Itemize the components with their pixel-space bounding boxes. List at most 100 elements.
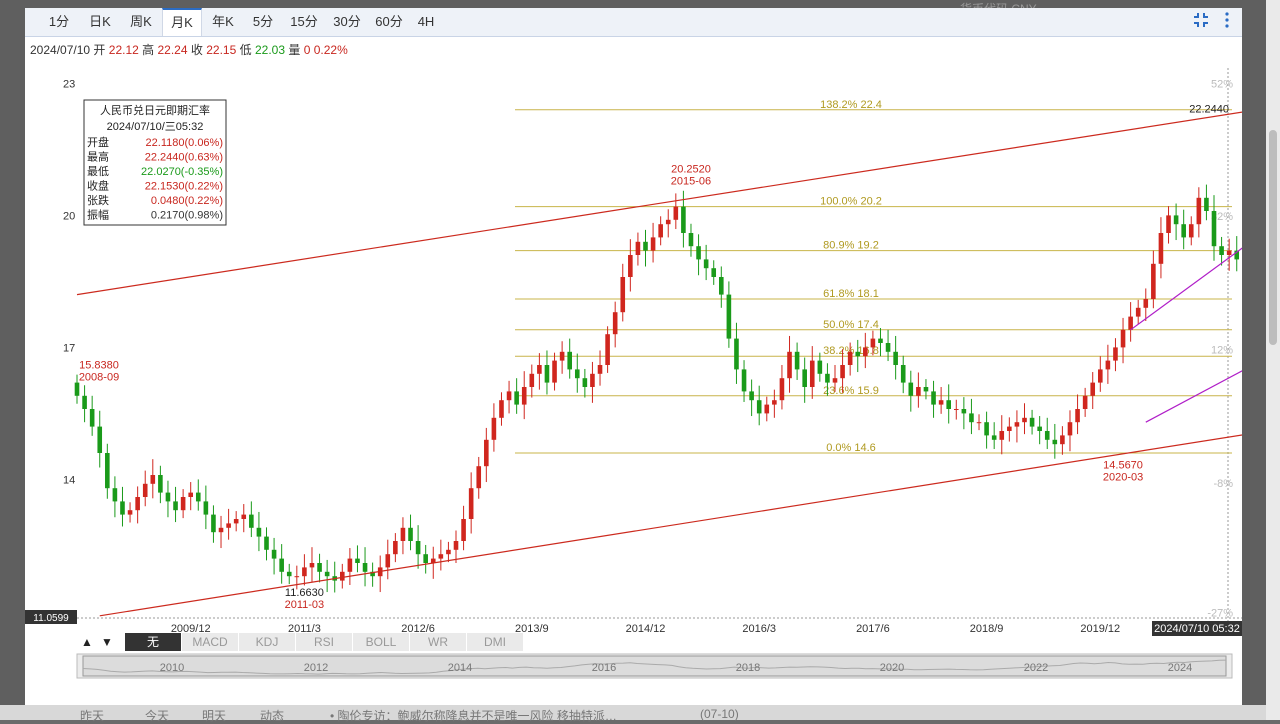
candle-body — [385, 554, 391, 568]
arrow-down-icon[interactable]: ▼ — [101, 633, 113, 651]
navigator-year-label: 2016 — [592, 662, 616, 674]
candle-body — [340, 571, 345, 581]
candle-body — [1204, 197, 1209, 211]
candle-body — [590, 373, 595, 387]
candle-body — [635, 241, 641, 255]
bg-tab-tomorrow[interactable]: 明天 — [202, 707, 226, 724]
candle-body — [241, 514, 247, 519]
price-annotation-value: 20.2520 — [671, 163, 711, 175]
fib-level-label: 23.6% 15.9 — [823, 385, 879, 397]
candlestick-chart[interactable]: 2320171452%32%12%-8%-27%2009/12 2011/3 201… — [25, 8, 1242, 705]
candle-body — [976, 422, 982, 424]
bg-tab-news[interactable]: 动态 — [260, 707, 284, 724]
price-annotation-date: 2008-09 — [79, 372, 119, 384]
candle-body — [620, 277, 626, 313]
candle-body — [878, 338, 883, 343]
channel-trendline — [76, 111, 1242, 296]
candle-body — [696, 246, 701, 260]
chart-panel: 1分 日K 周K 月K 年K 5分 15分 30分 60分 4H 2024/07… — [25, 8, 1242, 705]
arrow-up-icon[interactable]: ▲ — [81, 633, 93, 651]
candle-body — [863, 347, 868, 357]
candle-body — [302, 567, 307, 577]
candle-body — [999, 431, 1005, 440]
candle-body — [923, 387, 929, 392]
candle-body — [393, 541, 398, 555]
bg-tab-yesterday[interactable]: 昨天 — [80, 707, 104, 724]
candle-body — [211, 514, 216, 533]
candle-body — [218, 527, 224, 533]
candle-body — [665, 219, 671, 225]
indicator-tab-rsi[interactable]: RSI — [296, 633, 353, 651]
candle-body — [832, 378, 838, 383]
candle-body — [825, 373, 830, 383]
x-tick-label: 2016/3 — [742, 623, 776, 635]
candle-body — [893, 351, 898, 365]
indicator-tab-dmi[interactable]: DMI — [467, 633, 524, 651]
candle-body — [559, 351, 565, 361]
price-annotation-value: 15.8380 — [79, 360, 119, 372]
candle-body — [491, 417, 497, 440]
tooltip-row-label: 振幅 — [87, 208, 109, 222]
candle-body — [969, 413, 974, 423]
indicator-tab-wr[interactable]: WR — [410, 633, 467, 651]
indicator-tab-macd[interactable]: MACD — [182, 633, 239, 651]
candle-body — [612, 312, 618, 335]
pct-tick-label: 52% — [1211, 78, 1233, 90]
fib-level-label: 100.0% 20.2 — [820, 196, 882, 208]
bg-news-headline[interactable]: • 陶伦专访：鲍威尔称降息并不是唯一风险 移抽特派… — [330, 707, 617, 724]
y-tick-label: 20 — [63, 210, 75, 222]
pct-tick-label: -8% — [1213, 478, 1233, 490]
candle-body — [1082, 395, 1088, 409]
candle-body — [309, 563, 315, 568]
candle-body — [1060, 435, 1065, 445]
candle-body — [1014, 422, 1020, 427]
navigator-year-label: 2014 — [448, 662, 472, 674]
tooltip-row-value: 0.0480(0.22%) — [151, 195, 223, 207]
candle-body — [908, 382, 914, 396]
candle-body — [499, 400, 504, 418]
candle-body — [794, 351, 800, 370]
x-tick-label: 2019/12 — [1080, 623, 1120, 635]
candle-body — [931, 391, 936, 405]
y-tick-label: 14 — [63, 474, 75, 486]
tooltip-row-label: 收盘 — [87, 179, 109, 193]
candle-body — [840, 365, 845, 379]
candle-body — [438, 554, 444, 559]
candle-body — [1173, 215, 1179, 225]
indicator-tab-boll[interactable]: BOLL — [353, 633, 410, 651]
candle-body — [120, 501, 125, 515]
candle-body — [574, 369, 580, 379]
candle-body — [1188, 224, 1194, 238]
candle-body — [938, 400, 944, 405]
page-scrollbar-thumb[interactable] — [1269, 130, 1277, 345]
candle-body — [423, 554, 428, 563]
candle-body — [817, 360, 823, 374]
candle-body — [870, 338, 876, 348]
candle-body — [203, 501, 209, 515]
candle-body — [294, 576, 300, 578]
price-annotation-date: 2020-03 — [1103, 471, 1143, 483]
candle-body — [286, 571, 292, 577]
candle-body — [1219, 246, 1224, 255]
candle-body — [764, 404, 770, 414]
page-scrollbar[interactable] — [1266, 0, 1280, 720]
tooltip-row-value: 22.1180(0.06%) — [146, 137, 223, 149]
candle-body — [552, 360, 557, 383]
candle-body — [506, 391, 512, 401]
navigator-year-label: 2010 — [160, 662, 184, 674]
bg-tab-today[interactable]: 今天 — [145, 707, 169, 724]
candle-body — [567, 351, 572, 370]
price-annotation-date: 2011-03 — [285, 599, 325, 611]
fib-level-label: 138.2% 22.4 — [820, 99, 882, 111]
tooltip-datetime: 2024/07/10/三05:32 — [107, 121, 204, 133]
indicator-tab-none[interactable]: 无 — [125, 633, 182, 651]
candle-body — [787, 351, 792, 379]
candle-body — [802, 369, 807, 387]
indicator-tab-kdj[interactable]: KDJ — [239, 633, 296, 651]
y-tick-label: 23 — [63, 78, 75, 90]
candle-body — [719, 277, 724, 295]
background-news-strip: 昨天 今天 明天 动态 • 陶伦专访：鲍威尔称降息并不是唯一风险 移抽特派… (… — [0, 705, 1280, 723]
fib-level-label: 0.0% 14.6 — [826, 442, 876, 454]
candle-body — [317, 563, 322, 572]
bg-news-date: (07-10) — [700, 707, 739, 721]
